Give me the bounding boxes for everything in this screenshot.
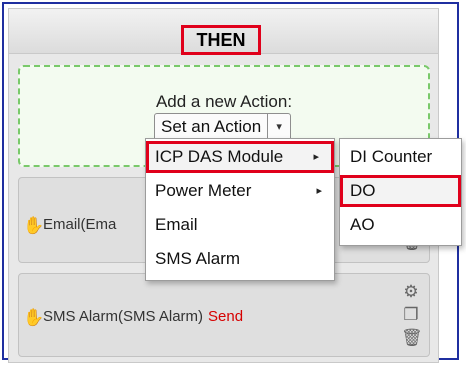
action-card-title: Email(Ema <box>43 216 117 233</box>
add-action-label: Add a new Action: <box>155 92 293 111</box>
action-type-menu: ICP DAS Module ▸ Power Meter ▸ Email SMS… <box>145 138 335 281</box>
chevron-right-icon: ▸ <box>316 185 322 197</box>
then-title: THEN <box>181 25 261 55</box>
card-actions: ⚙ ❐ 🗑 <box>401 280 423 349</box>
submenu-item-do[interactable]: DO <box>340 175 461 207</box>
menu-item-sms-alarm[interactable]: SMS Alarm <box>146 243 334 275</box>
menu-item-label: SMS Alarm <box>155 249 241 268</box>
menu-item-icp-das-module[interactable]: ICP DAS Module ▸ <box>146 141 334 173</box>
menu-item-label: ICP DAS Module <box>155 147 284 166</box>
menu-item-power-meter[interactable]: Power Meter ▸ <box>146 175 334 207</box>
submenu-item-label: AO <box>350 215 375 234</box>
hand-drag-icon[interactable]: ✋ <box>23 216 44 236</box>
action-card-sms[interactable]: ✋ SMS Alarm(SMS Alarm) Send ⚙ ❐ 🗑 <box>18 273 430 357</box>
action-card-label: Email(Ema <box>43 216 116 233</box>
chevron-down-icon[interactable]: ▾ <box>268 114 290 140</box>
action-card-label: SMS Alarm(SMS Alarm) Send <box>43 308 243 325</box>
menu-item-email[interactable]: Email <box>146 209 334 241</box>
copy-icon[interactable]: ❐ <box>401 303 421 326</box>
chevron-right-icon: ▸ <box>313 151 319 163</box>
action-card-title: SMS Alarm(SMS Alarm) <box>43 308 204 325</box>
hand-drag-icon[interactable]: ✋ <box>23 308 44 328</box>
submenu-item-label: DI Counter <box>350 147 433 166</box>
panel-header: THEN <box>9 9 438 55</box>
gear-icon[interactable]: ⚙ <box>401 280 421 303</box>
set-action-label[interactable]: Set an Action <box>155 114 269 140</box>
menu-item-label: Power Meter <box>155 181 252 200</box>
icp-das-submenu: DI Counter DO AO <box>339 138 462 246</box>
submenu-item-ao[interactable]: AO <box>340 209 461 241</box>
submenu-item-di-counter[interactable]: DI Counter <box>340 141 461 173</box>
submenu-item-label: DO <box>350 181 376 200</box>
send-action-label: Send <box>208 308 244 325</box>
trash-icon[interactable]: 🗑 <box>401 326 423 349</box>
menu-item-label: Email <box>155 215 198 234</box>
set-action-dropdown[interactable]: Set an Action ▾ <box>154 113 292 141</box>
